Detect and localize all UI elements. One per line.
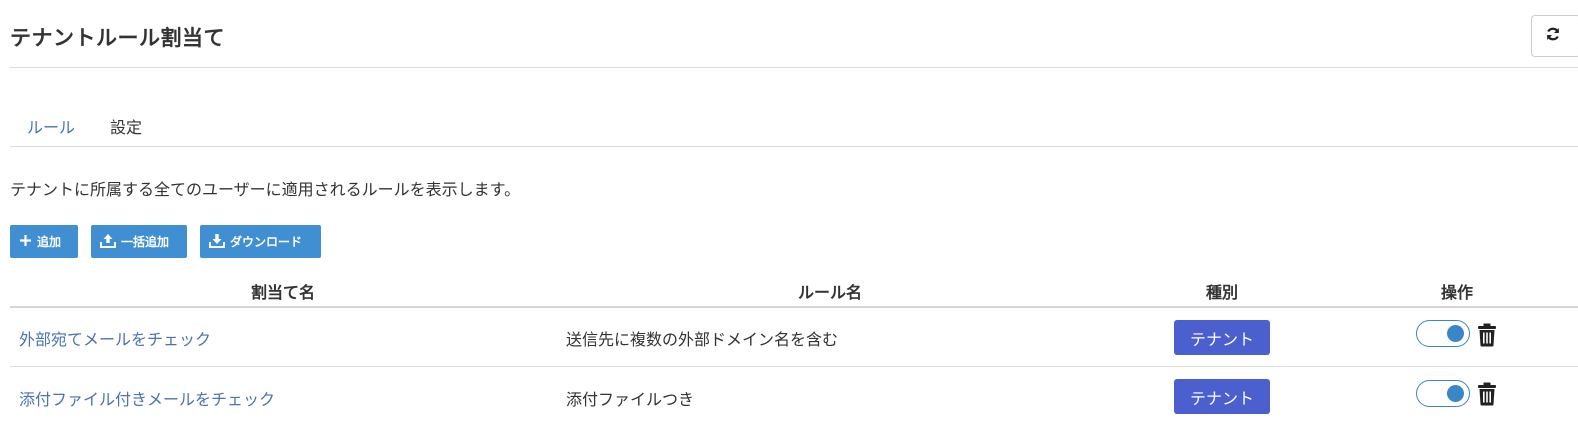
column-header-actions: 操作 xyxy=(1440,283,1474,302)
assignment-name-link[interactable]: 外部宛てメールをチェック xyxy=(19,326,211,350)
tab-settings[interactable]: 設定 xyxy=(92,114,159,138)
trash-icon[interactable] xyxy=(1477,382,1497,410)
rule-name-cell: 送信先に複数の外部ドメイン名を含む xyxy=(566,330,839,349)
download-button-label: ダウンロード xyxy=(230,235,303,249)
column-header-assignment-name[interactable]: 割当て名 xyxy=(251,279,315,303)
enable-toggle[interactable] xyxy=(1416,380,1470,407)
type-badge: テナント xyxy=(1174,379,1270,414)
refresh-icon xyxy=(1545,26,1561,46)
tab-bar: ルール 設定 xyxy=(10,114,159,138)
download-icon xyxy=(209,233,230,251)
upload-icon xyxy=(100,233,121,251)
add-button-label: 追加 xyxy=(37,235,62,249)
bulk-add-button[interactable]: 一括追加 xyxy=(91,225,187,258)
type-badge: テナント xyxy=(1174,320,1270,355)
column-header-rule-name[interactable]: ルール名 xyxy=(798,279,862,303)
tab-rules[interactable]: ルール xyxy=(10,114,92,138)
plus-icon xyxy=(19,234,37,250)
assignment-name-link[interactable]: 添付ファイル付きメールをチェック xyxy=(19,386,275,410)
refresh-button[interactable] xyxy=(1531,15,1578,57)
table-header-divider xyxy=(10,306,1578,308)
toolbar: 追加 一括追加 ダウンロード xyxy=(10,225,321,258)
add-button[interactable]: 追加 xyxy=(10,225,78,258)
page-description: テナントに所属する全てのユーザーに適用されるルールを表示します。 xyxy=(10,180,521,199)
bulk-add-button-label: 一括追加 xyxy=(121,235,170,249)
page-title: テナントルール割当て xyxy=(10,26,225,50)
row-divider xyxy=(10,366,1578,367)
tabs-divider xyxy=(10,146,1578,147)
column-header-type[interactable]: 種別 xyxy=(1206,279,1238,303)
rule-name-cell: 添付ファイルつき xyxy=(566,390,695,409)
trash-icon[interactable] xyxy=(1477,323,1497,351)
download-button[interactable]: ダウンロード xyxy=(200,225,321,258)
header-divider xyxy=(10,67,1578,68)
enable-toggle[interactable] xyxy=(1416,320,1470,347)
